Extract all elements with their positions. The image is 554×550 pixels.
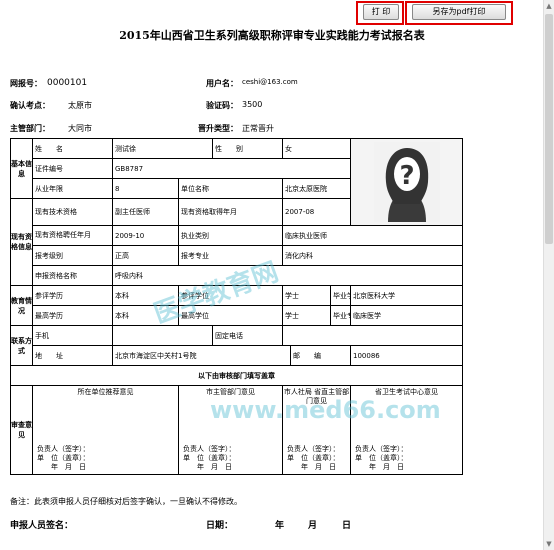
date-label: 日期： [206, 521, 234, 531]
id-value: GB8787 [112, 158, 351, 179]
exam-site-value: 太原市 [68, 101, 92, 110]
employer-value: 北京太原医院 [282, 178, 351, 199]
scroll-down-icon[interactable]: ▼ [544, 538, 554, 550]
exam-site-label: 确认考点： [10, 101, 50, 110]
edu2-label: 最高学历 [32, 305, 113, 326]
employer-label: 单位名称 [178, 178, 283, 199]
years-value: 8 [112, 178, 179, 199]
practice-value: 临床执业医师 [282, 225, 463, 246]
section-current: 现有资格信息 [10, 198, 33, 286]
phone-value [282, 325, 463, 346]
section-basic: 基本信息 [10, 138, 33, 199]
vertical-scrollbar[interactable]: ▲ ▼ [543, 0, 554, 550]
level-value: 正高 [112, 245, 179, 266]
print-button[interactable]: 打 印 [363, 4, 399, 20]
registration-form-table: 基本信息 姓 名 测试徐 性 别 女 ? 证件编号 GB8787 从业年限 8 … [10, 138, 463, 475]
appointed-value: 2009-10 [112, 225, 179, 246]
form-title: 2015年山西省卫生系列高级职称评审专业实践能力考试报名表 [119, 29, 425, 42]
name-label: 姓 名 [32, 138, 113, 159]
phone-label: 固定电话 [212, 325, 283, 346]
apply-name-value: 呼吸内科 [112, 265, 463, 286]
code-label: 验证码： [206, 101, 238, 110]
apply-name-label: 申报资格名称 [32, 265, 113, 286]
dept-value: 大同市 [68, 124, 92, 133]
review-col-1-sign: 负责人（签字）：单 位（盖章）：年 月 日 [37, 445, 90, 471]
section-review: 审查意见 [10, 385, 33, 475]
section-contact: 联系方式 [10, 325, 33, 366]
date-month: 月 [308, 521, 318, 531]
school-value: 北京医科大学 [350, 285, 463, 306]
dept-label: 主管部门： [10, 124, 50, 133]
signer-label: 申报人员签名： [10, 521, 74, 531]
scroll-thumb[interactable] [545, 14, 553, 244]
edu1-label: 参评学历 [32, 285, 113, 306]
promo-value: 正常晋升 [242, 124, 274, 133]
title-label: 现有技术资格 [32, 198, 113, 226]
zip-label: 邮 编 [290, 345, 351, 366]
gender-value: 女 [282, 138, 351, 159]
username-value: ceshi@163.com [242, 78, 298, 86]
grad-major-value: 临床医学 [350, 305, 463, 326]
username-label: 用户名： [206, 79, 238, 88]
grad-major-label: 毕业专业 [330, 305, 351, 326]
svg-text:?: ? [399, 161, 414, 191]
title-value: 副主任医师 [112, 198, 179, 226]
section-edu: 教育情况 [10, 285, 33, 326]
obtained-value: 2007-08 [282, 198, 351, 226]
avatar-placeholder-icon: ? [351, 139, 462, 225]
major-value: 消化内科 [282, 245, 463, 266]
review-col-1: 所在单位推荐意见 负责人（签字）：单 位（盖章）：年 月 日 [32, 385, 179, 475]
id-label: 证件编号 [32, 158, 113, 179]
date-day: 日 [342, 521, 352, 531]
remark-note: 备注：此表须申报人员仔细核对后签字确认，一旦确认不得修改。 [10, 497, 242, 506]
level-label: 报考级别 [32, 245, 113, 266]
deg1-value: 学士 [282, 285, 331, 306]
review-col-4-sign: 负责人（签字）：单 位（盖章）：年 月 日 [355, 445, 408, 471]
practice-label: 执业类别 [178, 225, 283, 246]
school-label: 毕业学校 [330, 285, 351, 306]
gender-label: 性 别 [212, 138, 283, 159]
zip-value: 100086 [350, 345, 463, 366]
code-value: 3500 [242, 100, 263, 109]
name-value: 测试徐 [112, 138, 213, 159]
date-year: 年 [275, 521, 285, 531]
watermark-url: www.med66.com [210, 396, 441, 424]
save-pdf-button[interactable]: 另存为pdf打印 [412, 4, 506, 20]
photo-cell: ? [350, 138, 463, 226]
scroll-up-icon[interactable]: ▲ [544, 0, 554, 12]
review-band: 以下由审核部门填写盖章 [10, 365, 463, 386]
obtained-label: 现有资格取得年月 [178, 198, 283, 226]
mobile-label: 手机 [32, 325, 113, 346]
reg-no-label: 网报号： [10, 79, 42, 88]
deg2-value: 学士 [282, 305, 331, 326]
review-col-3-sign: 负责人（签字）：单 位（盖章）：年 月 日 [287, 445, 340, 471]
promo-label: 晋升类型： [198, 124, 238, 133]
years-label: 从业年限 [32, 178, 113, 199]
address-value: 北京市海淀区中关村1号院 [112, 345, 291, 366]
reg-no-value: 0000101 [47, 78, 88, 88]
review-col-2-sign: 负责人（签字）：单 位（盖章）：年 月 日 [183, 445, 236, 471]
address-label: 地 址 [32, 345, 113, 366]
review-col-1-title: 所在单位推荐意见 [77, 388, 134, 396]
appointed-label: 现有资格聘任年月 [32, 225, 113, 246]
